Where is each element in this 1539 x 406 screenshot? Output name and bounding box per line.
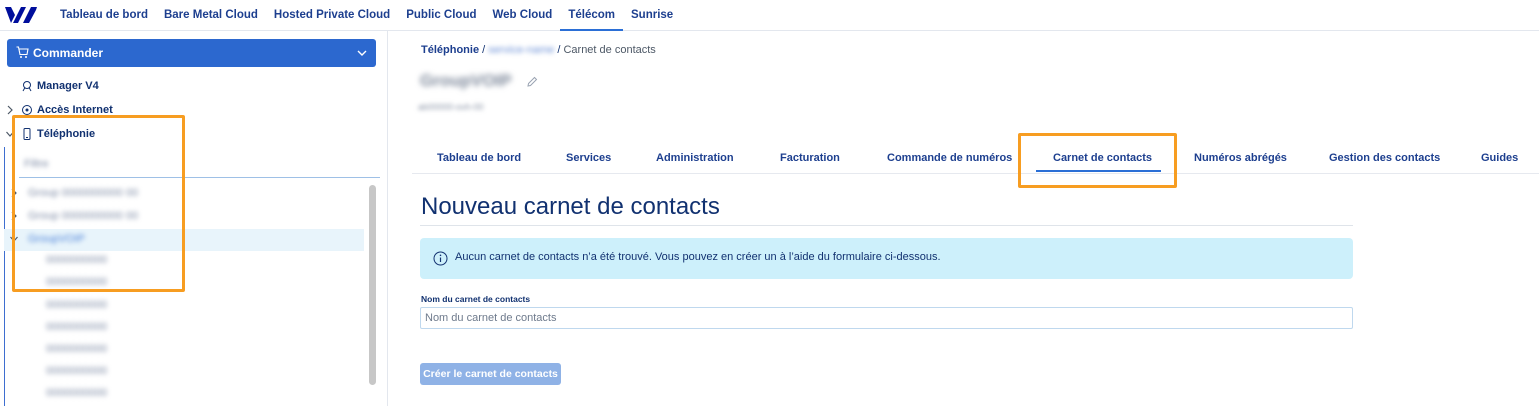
highlight-box-telephonie: [12, 115, 185, 292]
nav-bare-metal-cloud[interactable]: Bare Metal Cloud: [156, 0, 266, 31]
tab-gestion-des-contacts[interactable]: Gestion des contacts: [1329, 146, 1440, 172]
pencil-icon[interactable]: [526, 76, 538, 88]
tree-indent-line: [4, 147, 5, 406]
tab-administration[interactable]: Administration: [656, 146, 734, 172]
universe-nav: Tableau de bord Bare Metal Cloud Hosted …: [52, 0, 681, 31]
tree-line-item[interactable]: 0000000000: [46, 317, 107, 337]
nav-tableau-de-bord[interactable]: Tableau de bord: [52, 0, 156, 31]
info-icon: [433, 251, 448, 266]
nav-public-cloud[interactable]: Public Cloud: [398, 0, 484, 31]
breadcrumb-current: Carnet de contacts: [563, 44, 656, 56]
contact-book-name-label: Nom du carnet de contacts: [421, 294, 531, 304]
tab-services[interactable]: Services: [566, 146, 611, 172]
tab-guides[interactable]: Guides: [1481, 146, 1518, 172]
sidebar-scrollbar[interactable]: [369, 185, 376, 385]
service-subtitle: ab00000-ovh-00: [418, 102, 484, 112]
tab-numeros-abreges[interactable]: Numéros abrégés: [1194, 146, 1287, 172]
chevron-down-icon: [357, 50, 367, 56]
breadcrumb-separator: /: [482, 44, 486, 56]
tab-commande-de-numeros[interactable]: Commande de numéros: [887, 146, 1012, 172]
page-title: Nouveau carnet de contacts: [421, 193, 720, 220]
info-alert: Aucun carnet de contacts n’a été trouvé.…: [420, 238, 1353, 279]
breadcrumb-separator: /: [557, 44, 561, 56]
tree-line-item[interactable]: 0000000000: [46, 361, 107, 381]
tab-facturation[interactable]: Facturation: [780, 146, 840, 172]
sidebar-item-manager-v4[interactable]: Manager V4: [21, 76, 99, 96]
service-title: GroupVOIP: [420, 71, 512, 90]
tree-line-item[interactable]: 0000000000: [46, 295, 107, 315]
ovh-logo[interactable]: [5, 6, 37, 24]
nav-telecom[interactable]: Télécom: [560, 0, 624, 31]
top-navigation-bar: Tableau de bord Bare Metal Cloud Hosted …: [0, 0, 1539, 31]
breadcrumb-root[interactable]: Téléphonie: [421, 44, 479, 56]
cart-icon: [16, 46, 29, 58]
tree-line-item[interactable]: 0000000000: [46, 339, 107, 359]
order-button-label: Commander: [33, 46, 104, 60]
sidebar: Commander Manager V4 Accès Internet Télé…: [0, 31, 388, 406]
breadcrumb: Téléphonie / service-name / Carnet de co…: [421, 44, 656, 56]
nav-web-cloud[interactable]: Web Cloud: [485, 0, 561, 31]
title-divider: [420, 225, 1353, 226]
highlight-box-tab: [1018, 133, 1177, 188]
breadcrumb-service[interactable]: service-name: [488, 44, 554, 56]
tree-line-item[interactable]: 0000000000: [46, 383, 107, 403]
nav-hosted-private-cloud[interactable]: Hosted Private Cloud: [266, 0, 398, 31]
create-contact-book-button[interactable]: Créer le carnet de contacts: [420, 363, 561, 385]
manager-icon: [22, 81, 32, 92]
nav-sunrise[interactable]: Sunrise: [623, 0, 681, 31]
order-button[interactable]: Commander: [7, 39, 376, 67]
alert-message: Aucun carnet de contacts n’a été trouvé.…: [455, 251, 941, 263]
contact-book-name-input[interactable]: [420, 307, 1353, 329]
tab-tableau-de-bord[interactable]: Tableau de bord: [437, 146, 521, 172]
chevron-right-icon[interactable]: [6, 105, 14, 115]
